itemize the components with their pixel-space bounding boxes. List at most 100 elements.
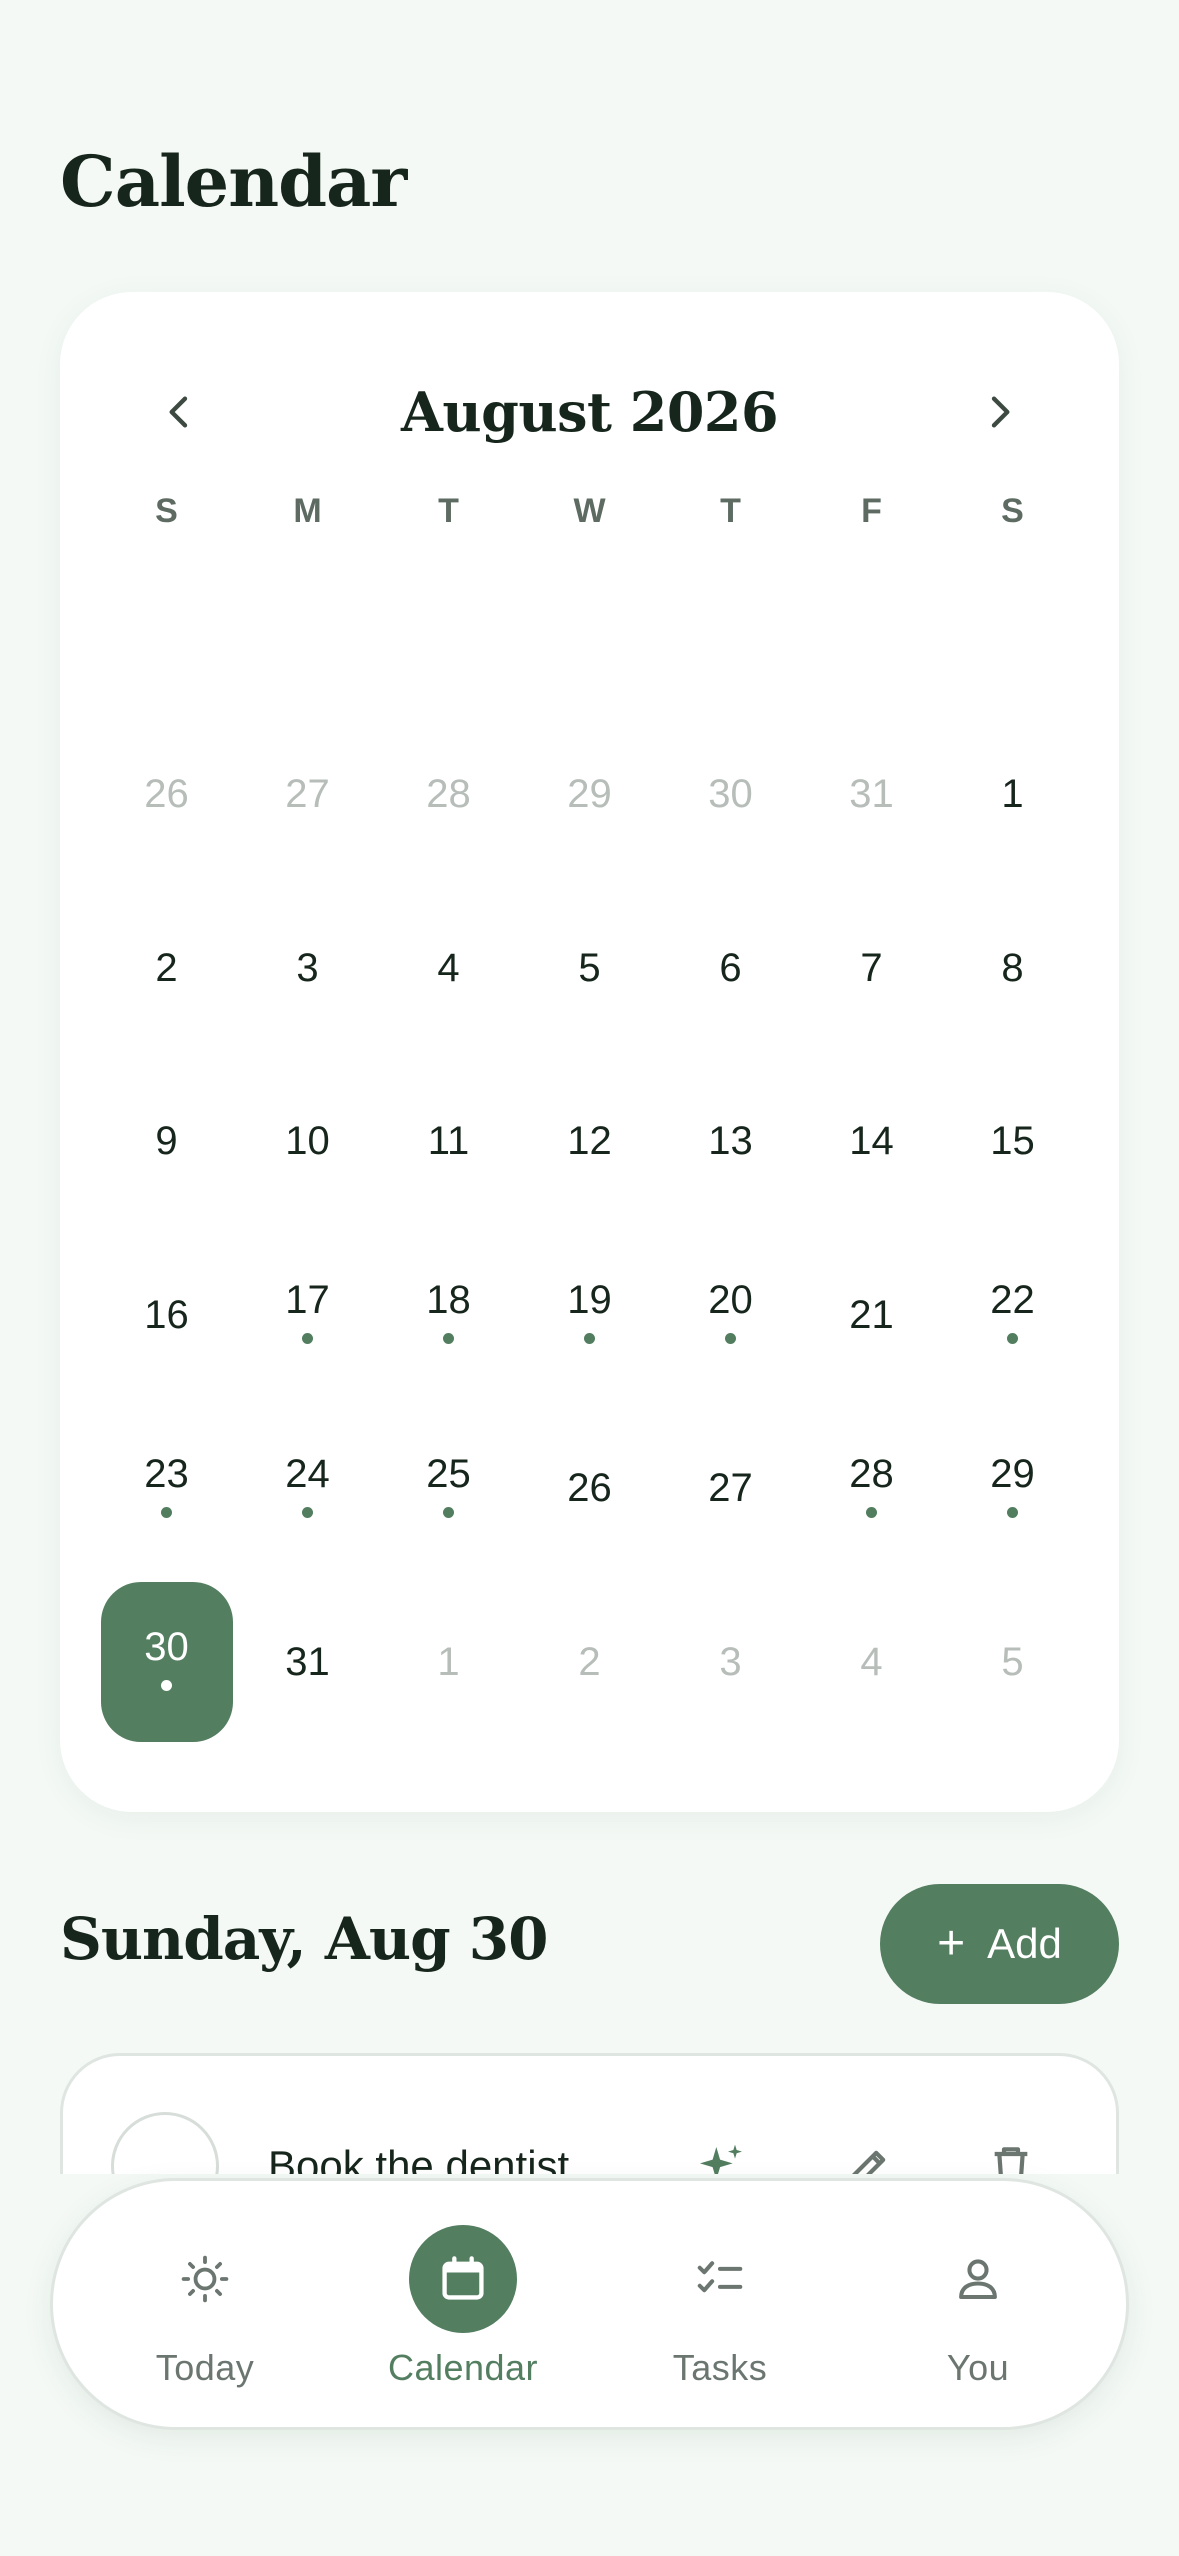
day-cell[interactable]: 29 [942,1402,1083,1576]
day-number: 6 [719,945,742,990]
event-dot-indicator [302,1333,313,1345]
weekday-label: S [155,492,178,530]
day-number: 28 [426,772,471,817]
day-number: 23 [144,1451,189,1496]
page-title: Calendar [60,140,407,223]
day-cell[interactable]: 11 [378,1055,519,1229]
day-cell[interactable]: 14 [801,1055,942,1229]
day-number: 17 [285,1278,330,1323]
day-cell[interactable]: 23 [96,1402,237,1576]
day-cell[interactable]: 13 [660,1055,801,1229]
day-cell[interactable]: 16 [96,1229,237,1403]
event-dot-indicator [866,1506,877,1518]
day-cell[interactable]: 1 [942,708,1083,882]
day-cell[interactable]: 4 [378,882,519,1056]
tab-label: Today [155,2347,255,2388]
day-number: 26 [567,1466,612,1511]
day-number: 1 [437,1639,460,1684]
day-cell[interactable]: 2 [96,882,237,1056]
day-number: 14 [849,1119,894,1164]
day-number: 30 [144,1625,189,1670]
day-cell[interactable]: 5 [519,882,660,1056]
tab-bar: Today Calendar Tasks You [50,2178,1129,2430]
day-number: 29 [990,1451,1035,1496]
day-cell[interactable]: 12 [519,1055,660,1229]
event-dot-indicator [1007,1506,1018,1518]
day-number: 18 [426,1278,471,1323]
month-header: August 2026 [60,372,1119,452]
day-cell[interactable]: 26 [519,1402,660,1576]
day-cell[interactable]: 3 [237,882,378,1056]
day-cell[interactable]: 10 [237,1055,378,1229]
adjacent-month-day-cell[interactable]: 1 [378,1576,519,1750]
selected-date-heading: Sunday, Aug 30 [60,1905,549,1973]
day-number: 11 [427,1119,470,1164]
day-number: 29 [567,772,612,817]
day-cell[interactable]: 9 [96,1055,237,1229]
adjacent-month-day-cell[interactable]: 30 [660,708,801,882]
day-number: 31 [285,1639,330,1684]
day-number: 7 [860,945,883,990]
day-cell[interactable]: 24 [237,1402,378,1576]
day-cell[interactable]: 20 [660,1229,801,1403]
adjacent-month-day-cell[interactable]: 2 [519,1576,660,1750]
tab-today[interactable]: Today [95,2225,315,2395]
tab-label: You [946,2347,1010,2388]
tab-calendar[interactable]: Calendar [353,2225,573,2395]
weekday-label: W [573,492,606,530]
day-number: 13 [708,1119,753,1164]
day-cell[interactable]: 15 [942,1055,1083,1229]
adjacent-month-day-cell[interactable]: 26 [96,708,237,882]
adjacent-month-day-cell[interactable]: 31 [801,708,942,882]
day-number: 19 [567,1278,612,1323]
adjacent-month-day-cell[interactable]: 5 [942,1576,1083,1750]
person-icon [959,2259,997,2300]
day-cell[interactable]: 31 [237,1576,378,1750]
chevron-right-icon [991,396,1010,428]
event-dot-indicator [443,1506,454,1518]
day-number: 10 [285,1119,330,1164]
day-cell[interactable]: 25 [378,1402,519,1576]
adjacent-month-day-cell[interactable]: 28 [378,708,519,882]
weekday-label: T [720,492,741,530]
weekday-label: T [438,492,459,530]
adjacent-month-day-cell[interactable]: 29 [519,708,660,882]
day-number: 31 [849,772,894,817]
day-cell[interactable]: 21 [801,1229,942,1403]
day-number: 3 [296,945,319,990]
day-number: 9 [155,1119,178,1164]
day-number: 5 [578,945,601,990]
day-number: 12 [567,1119,612,1164]
day-number: 22 [990,1278,1035,1323]
day-cell[interactable]: 17 [237,1229,378,1403]
add-button-label: Add [987,1920,1062,1967]
tab-label: Tasks [672,2347,768,2388]
day-cell[interactable]: 8 [942,882,1083,1056]
day-cell[interactable]: 22 [942,1229,1083,1403]
tab-you[interactable]: You [868,2225,1088,2395]
add-task-button[interactable]: + Add [880,1884,1119,2004]
day-number: 21 [849,1292,894,1337]
day-number: 3 [719,1639,742,1684]
day-cell[interactable]: 7 [801,882,942,1056]
day-cell[interactable]: 19 [519,1229,660,1403]
day-number: 20 [708,1278,753,1323]
adjacent-month-day-cell[interactable]: 4 [801,1576,942,1750]
event-dot-indicator [584,1333,595,1345]
day-number: 25 [426,1451,471,1496]
tab-tasks[interactable]: Tasks [610,2225,830,2395]
event-dot-indicator [1007,1333,1018,1345]
event-dot-indicator [725,1333,736,1345]
adjacent-month-day-cell[interactable]: 3 [660,1576,801,1750]
day-cell[interactable]: 28 [801,1402,942,1576]
next-month-button[interactable] [959,372,1039,452]
weekday-header: S M T W T F S [96,492,1083,531]
day-cell[interactable]: 18 [378,1229,519,1403]
day-cell[interactable]: 6 [660,882,801,1056]
adjacent-month-day-cell[interactable]: 27 [237,708,378,882]
selected-day-cell[interactable]: 30 [96,1576,237,1750]
event-dot-indicator [302,1506,313,1518]
day-cell[interactable]: 27 [660,1402,801,1576]
event-dot-indicator [443,1333,454,1345]
tab-label: Calendar [387,2347,539,2388]
